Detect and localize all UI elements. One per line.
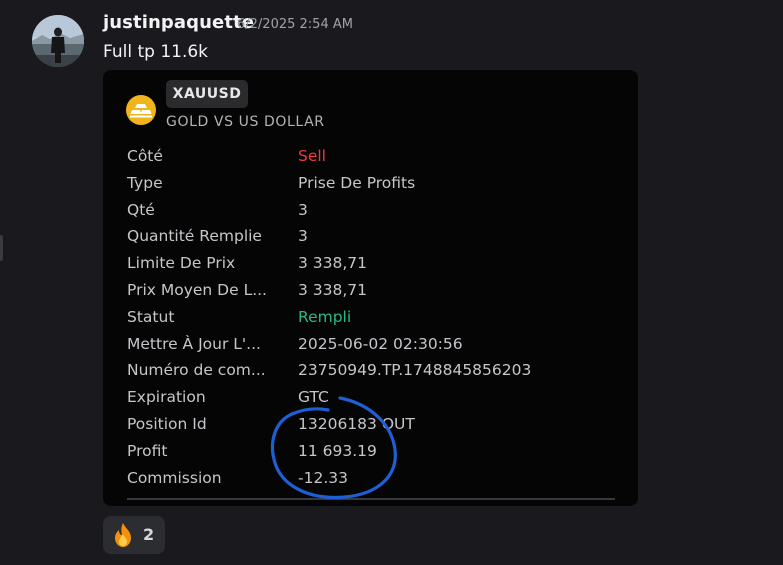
detail-row-side: Côté Sell xyxy=(127,144,627,171)
detail-row-updated: Mettre À Jour L'... 2025-06-02 02:30:56 xyxy=(127,332,627,359)
detail-value-commission: -12.33 xyxy=(298,468,348,487)
reaction-count: 2 xyxy=(143,525,155,544)
detail-row-quantity: Qté 3 xyxy=(127,198,627,225)
detail-value-filled-quantity: 3 xyxy=(298,227,308,246)
avatar[interactable] xyxy=(32,15,84,67)
detail-row-expiration: Expiration GTC xyxy=(127,385,627,412)
detail-value-status: Rempli xyxy=(298,307,352,326)
detail-row-status: Statut Rempli xyxy=(127,305,627,332)
reaction-fire[interactable]: 2 xyxy=(103,516,165,554)
detail-value-order-number: 23750949.TP.1748845856203 xyxy=(298,361,532,380)
detail-row-average-price: Prix Moyen De L... 3 338,71 xyxy=(127,278,627,305)
scroll-edge-marker xyxy=(0,235,3,261)
chat-message: justinpaquette 6/2/2025 2:54 AM Full tp … xyxy=(0,0,783,565)
detail-value-type: Prise De Profits xyxy=(298,173,416,192)
detail-value-quantity: 3 xyxy=(298,200,308,219)
message-timestamp: 6/2/2025 2:54 AM xyxy=(237,17,353,32)
detail-label: Type xyxy=(127,173,163,192)
detail-value-position-id: 13206183 OUT xyxy=(298,414,415,433)
detail-label: Limite De Prix xyxy=(127,254,236,273)
gold-bars-icon xyxy=(126,95,156,125)
detail-label: Mettre À Jour L'... xyxy=(127,334,261,353)
detail-label: Prix Moyen De L... xyxy=(127,280,267,299)
detail-label: Qté xyxy=(127,200,155,219)
detail-row-profit: Profit 11 693.19 xyxy=(127,439,627,466)
username[interactable]: justinpaquette xyxy=(103,12,254,33)
order-details-list: Côté Sell Type Prise De Profits Qté 3 Qu… xyxy=(127,144,627,492)
detail-row-type: Type Prise De Profits xyxy=(127,171,627,198)
detail-label: Numéro de com... xyxy=(127,361,266,380)
detail-row-filled-quantity: Quantité Remplie 3 xyxy=(127,224,627,251)
detail-value-profit: 11 693.19 xyxy=(298,441,377,460)
symbol-description: GOLD VS US DOLLAR xyxy=(166,114,325,130)
symbol-badge: XAUUSD xyxy=(166,80,248,108)
trade-embed-card: XAUUSD GOLD VS US DOLLAR Côté Sell Type … xyxy=(103,70,638,506)
detail-row-commission: Commission -12.33 xyxy=(127,466,627,493)
detail-value-limit-price: 3 338,71 xyxy=(298,254,368,273)
embed-divider xyxy=(127,498,615,500)
detail-row-order-number: Numéro de com... 23750949.TP.17488458562… xyxy=(127,358,627,385)
detail-value-expiration: GTC xyxy=(298,388,329,407)
fire-icon xyxy=(110,522,136,552)
detail-label: Quantité Remplie xyxy=(127,227,262,246)
detail-value-average-price: 3 338,71 xyxy=(298,280,368,299)
detail-label: Profit xyxy=(127,441,168,460)
detail-label: Expiration xyxy=(127,388,206,407)
detail-label: Côté xyxy=(127,147,163,165)
detail-label: Position Id xyxy=(127,414,207,433)
avatar-image xyxy=(32,15,84,67)
detail-row-position-id: Position Id 13206183 OUT xyxy=(127,412,627,439)
detail-value-updated: 2025-06-02 02:30:56 xyxy=(298,334,463,353)
detail-value-side: Sell xyxy=(298,147,326,165)
message-text: Full tp 11.6k xyxy=(103,42,209,62)
detail-row-limit-price: Limite De Prix 3 338,71 xyxy=(127,251,627,278)
detail-label: Commission xyxy=(127,468,222,487)
detail-label: Statut xyxy=(127,307,175,326)
